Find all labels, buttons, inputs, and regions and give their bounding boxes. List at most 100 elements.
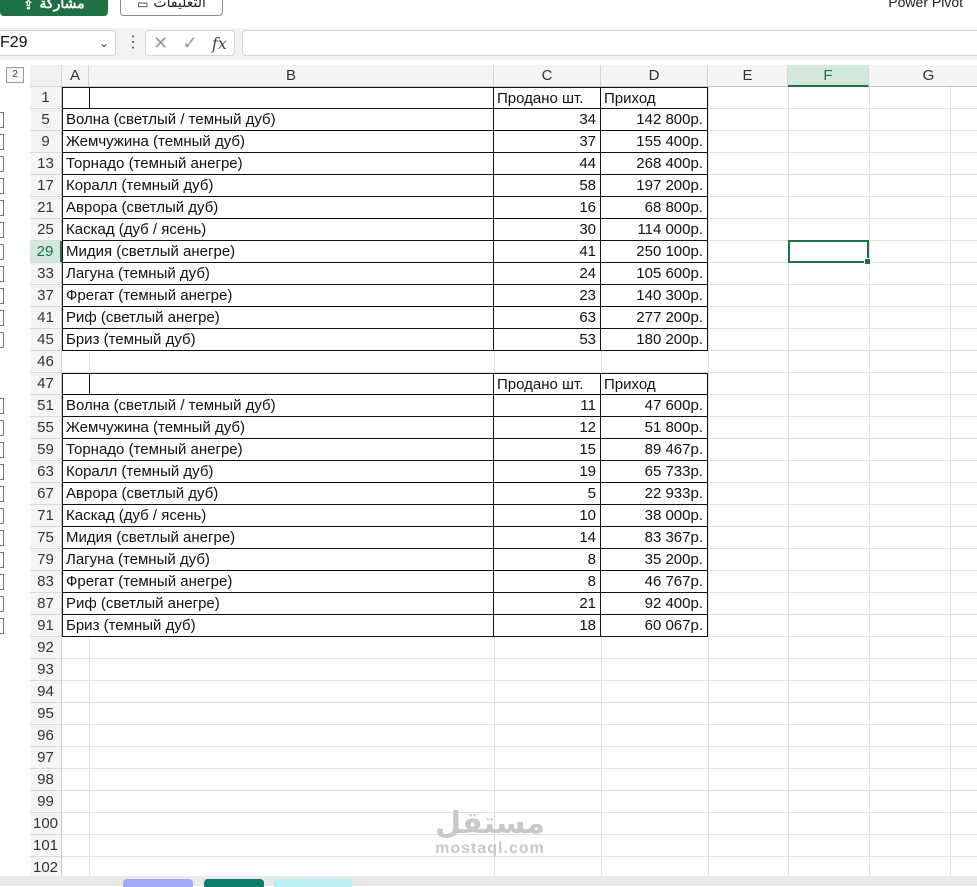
sold-cell[interactable]: 53	[494, 329, 601, 351]
column-header-d[interactable]: D	[601, 65, 708, 87]
select-all-corner[interactable]	[30, 65, 62, 87]
table-cell-a[interactable]	[62, 373, 89, 395]
row-header-87[interactable]: 87	[30, 593, 62, 615]
row-header-25[interactable]: 25	[30, 219, 62, 241]
row-header-5[interactable]: 5	[30, 109, 62, 131]
group-toggle-button[interactable]	[0, 464, 4, 480]
header-blank-cell[interactable]	[89, 373, 494, 395]
column-header-a[interactable]: A	[62, 65, 89, 87]
row-header-9[interactable]: 9	[30, 131, 62, 153]
sold-cell[interactable]: 8	[494, 549, 601, 571]
sold-header[interactable]: Продано шт.	[494, 373, 601, 395]
formula-input[interactable]	[242, 30, 977, 56]
row-header-100[interactable]: 100	[30, 813, 62, 835]
group-toggle-button[interactable]	[0, 178, 4, 194]
group-toggle-button[interactable]	[0, 332, 4, 348]
row-header-1[interactable]: 1	[30, 87, 62, 109]
comments-button[interactable]: ▭ التعليقات	[120, 0, 223, 16]
name-box[interactable]: F29 ⌄	[0, 30, 116, 56]
sold-cell[interactable]: 11	[494, 395, 601, 417]
more-options-icon[interactable]: ⋮	[125, 32, 141, 52]
sold-cell[interactable]: 24	[494, 263, 601, 285]
row-header-45[interactable]: 45	[30, 329, 62, 351]
product-name-cell[interactable]: Бриз (темный дуб)	[62, 329, 494, 351]
selected-cell-f29[interactable]	[788, 240, 871, 265]
row-header-92[interactable]: 92	[30, 637, 62, 659]
product-name-cell[interactable]: Мидия (светлый анегре)	[62, 241, 494, 263]
product-name-cell[interactable]: Лагуна (темный дуб)	[62, 263, 494, 285]
product-name-cell[interactable]: Бриз (темный дуб)	[62, 615, 494, 637]
sold-cell[interactable]: 44	[494, 153, 601, 175]
row-header-94[interactable]: 94	[30, 681, 62, 703]
product-name-cell[interactable]: Каскад (дуб / ясень)	[62, 219, 494, 241]
product-name-cell[interactable]: Волна (светлый / темный дуб)	[62, 395, 494, 417]
group-toggle-button[interactable]	[0, 222, 4, 238]
row-header-93[interactable]: 93	[30, 659, 62, 681]
row-header-46[interactable]: 46	[30, 351, 62, 373]
sold-cell[interactable]: 10	[494, 505, 601, 527]
income-cell[interactable]: 250 100р.	[601, 241, 708, 263]
header-blank-cell[interactable]	[89, 87, 494, 109]
check-icon[interactable]: ✓	[183, 33, 198, 54]
group-toggle-button[interactable]	[0, 574, 4, 590]
income-cell[interactable]: 51 800р.	[601, 417, 708, 439]
product-name-cell[interactable]: Жемчужина (темный дуб)	[62, 417, 494, 439]
income-cell[interactable]: 180 200р.	[601, 329, 708, 351]
group-toggle-button[interactable]	[0, 398, 4, 414]
share-button[interactable]: ⇪ مشاركة	[0, 0, 108, 16]
group-toggle-button[interactable]	[0, 508, 4, 524]
sold-cell[interactable]: 41	[494, 241, 601, 263]
group-toggle-button[interactable]	[0, 288, 4, 304]
product-name-cell[interactable]: Мидия (светлый анегре)	[62, 527, 494, 549]
income-cell[interactable]: 35 200р.	[601, 549, 708, 571]
row-header-21[interactable]: 21	[30, 197, 62, 219]
product-name-cell[interactable]: Фрегат (темный анегре)	[62, 571, 494, 593]
column-header-c[interactable]: C	[494, 65, 601, 87]
income-cell[interactable]: 114 000р.	[601, 219, 708, 241]
row-header-17[interactable]: 17	[30, 175, 62, 197]
product-name-cell[interactable]: Коралл (темный дуб)	[62, 461, 494, 483]
sold-cell[interactable]: 58	[494, 175, 601, 197]
sold-cell[interactable]: 18	[494, 615, 601, 637]
group-toggle-button[interactable]	[0, 112, 4, 128]
group-toggle-button[interactable]	[0, 134, 4, 150]
group-toggle-button[interactable]	[0, 530, 4, 546]
row-header-63[interactable]: 63	[30, 461, 62, 483]
income-cell[interactable]: 197 200р.	[601, 175, 708, 197]
income-cell[interactable]: 89 467р.	[601, 439, 708, 461]
product-name-cell[interactable]: Фрегат (темный анегре)	[62, 285, 494, 307]
sold-cell[interactable]: 63	[494, 307, 601, 329]
sold-cell[interactable]: 21	[494, 593, 601, 615]
column-header-b[interactable]: B	[89, 65, 494, 87]
income-cell[interactable]: 105 600р.	[601, 263, 708, 285]
sold-cell[interactable]: 5	[494, 483, 601, 505]
product-name-cell[interactable]: Риф (светлый анегре)	[62, 307, 494, 329]
income-cell[interactable]: 22 933р.	[601, 483, 708, 505]
column-header-f[interactable]: F	[788, 65, 869, 87]
income-cell[interactable]: 46 767р.	[601, 571, 708, 593]
insert-function-icon[interactable]: fx	[212, 34, 227, 53]
group-toggle-button[interactable]	[0, 442, 4, 458]
product-name-cell[interactable]: Волна (светлый / темный дуб)	[62, 109, 494, 131]
table-cell-a[interactable]	[62, 87, 89, 109]
row-header-55[interactable]: 55	[30, 417, 62, 439]
group-toggle-button[interactable]	[0, 266, 4, 282]
outline-level-2-button[interactable]: 2	[6, 67, 24, 83]
income-cell[interactable]: 277 200р.	[601, 307, 708, 329]
income-cell[interactable]: 47 600р.	[601, 395, 708, 417]
income-cell[interactable]: 92 400р.	[601, 593, 708, 615]
row-header-29[interactable]: 29	[30, 241, 62, 263]
column-header-e[interactable]: E	[708, 65, 788, 87]
cancel-icon[interactable]: ✕	[153, 33, 168, 54]
income-cell[interactable]: 38 000р.	[601, 505, 708, 527]
group-toggle-button[interactable]	[0, 486, 4, 502]
power-pivot-tab[interactable]: Power Pivot	[888, 0, 963, 10]
group-toggle-button[interactable]	[0, 552, 4, 568]
row-header-71[interactable]: 71	[30, 505, 62, 527]
income-cell[interactable]: 140 300р.	[601, 285, 708, 307]
row-header-91[interactable]: 91	[30, 615, 62, 637]
row-header-37[interactable]: 37	[30, 285, 62, 307]
row-header-95[interactable]: 95	[30, 703, 62, 725]
group-toggle-button[interactable]	[0, 420, 4, 436]
sold-cell[interactable]: 30	[494, 219, 601, 241]
